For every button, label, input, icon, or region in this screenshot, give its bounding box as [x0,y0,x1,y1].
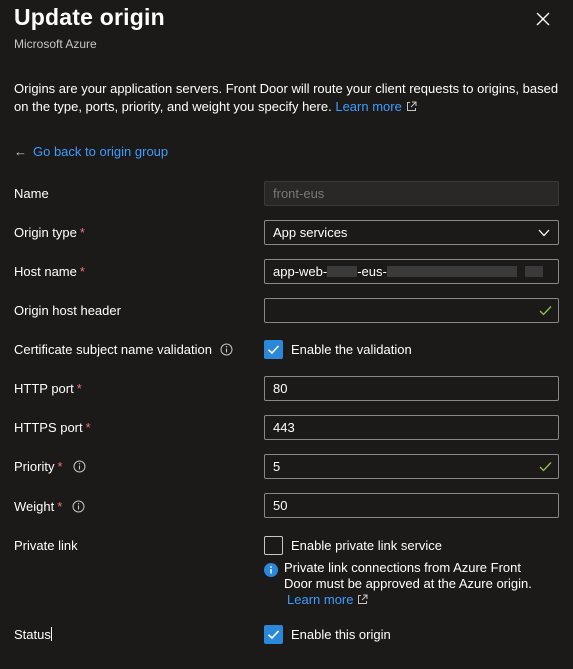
required-mark: * [85,420,91,435]
http-port-input[interactable]: 80 [264,376,559,401]
update-origin-panel: Update origin Microsoft Azure Origins ar… [0,0,573,669]
valid-check-icon [539,462,552,472]
checkmark-icon [267,630,280,640]
origin-type-label-text: Origin type [14,225,77,240]
info-filled-icon [264,563,278,577]
cert-validation-label-text: Certificate subject name validation [14,342,212,357]
back-arrow-icon: ← [14,144,27,159]
priority-input[interactable]: 5 [264,454,559,479]
close-button[interactable] [532,8,554,30]
redacted-block [386,266,517,277]
panel-title: Update origin [14,4,165,30]
private-link-note: Private link connections from Azure Fron… [264,560,544,608]
back-to-origin-group-link[interactable]: ← Go back to origin group [14,144,168,159]
https-port-label-text: HTTPS port [14,420,83,435]
checkmark-icon [267,345,280,355]
cert-validation-label: Certificate subject name validation [14,342,233,357]
weight-value: 50 [273,498,288,513]
http-port-label-text: HTTP port [14,381,74,396]
origin-type-label: Origin type * [14,225,85,240]
intro-text: Origins are your application servers. Fr… [14,80,566,116]
private-link-note-text: Private link connections from Azure Fron… [284,560,532,591]
cert-validation-checkbox-label: Enable the validation [291,342,412,357]
weight-label-text: Weight [14,499,55,514]
weight-input[interactable]: 50 [264,493,559,518]
private-link-checkbox[interactable] [264,536,283,555]
required-mark: * [76,381,82,396]
https-port-value: 443 [273,420,295,435]
info-icon[interactable] [220,343,233,356]
origin-host-header-input[interactable] [264,298,559,323]
private-link-checkbox-label: Enable private link service [291,538,443,553]
required-mark: * [57,499,63,514]
panel-subtitle: Microsoft Azure [14,37,97,51]
host-name-input[interactable]: app-web- -eus- [264,259,559,284]
origin-type-dropdown[interactable]: App services [264,220,559,245]
required-mark: * [57,459,63,474]
back-link-label: Go back to origin group [33,144,169,159]
required-mark: * [79,264,85,279]
https-port-input[interactable]: 443 [264,415,559,440]
info-icon[interactable] [72,500,85,513]
origin-host-header-label: Origin host header [14,303,121,318]
private-link-learn-more-label: Learn more [287,592,354,607]
name-label: Name [14,186,49,201]
weight-label: Weight * [14,499,85,514]
redacted-block [524,266,543,277]
cert-validation-checkbox[interactable] [264,340,283,359]
external-link-icon [406,101,417,111]
priority-label-text: Priority [14,459,55,474]
intro-description: Origins are your application servers. Fr… [14,81,559,114]
intro-learn-more-link[interactable]: Learn more [335,99,417,114]
private-link-learn-more-link[interactable]: Learn more [287,592,368,607]
origin-type-value: App services [273,225,348,240]
status-label: Status [14,627,52,642]
redacted-block [327,266,358,277]
host-name-value-part2: -eus- [357,264,387,279]
text-cursor [50,627,52,641]
info-icon[interactable] [73,460,86,473]
external-link-icon [358,594,368,604]
https-port-label: HTTPS port * [14,420,91,435]
status-checkbox[interactable] [264,625,283,644]
valid-check-icon [539,306,552,316]
http-port-label: HTTP port * [14,381,82,396]
priority-value: 5 [273,459,281,474]
required-mark: * [79,225,85,240]
status-checkbox-label: Enable this origin [291,627,391,642]
host-name-label-text: Host name [14,264,77,279]
host-name-label: Host name * [14,264,85,279]
intro-learn-more-label: Learn more [335,99,402,114]
priority-label: Priority * [14,459,86,474]
close-icon [536,12,550,26]
name-value: front-eus [273,186,325,201]
host-name-value-part1: app-web- [273,264,328,279]
status-label-text: Status [14,627,51,642]
private-link-label: Private link [14,538,78,553]
name-field: front-eus [264,181,559,206]
chevron-down-icon [538,229,550,237]
http-port-value: 80 [273,381,288,396]
